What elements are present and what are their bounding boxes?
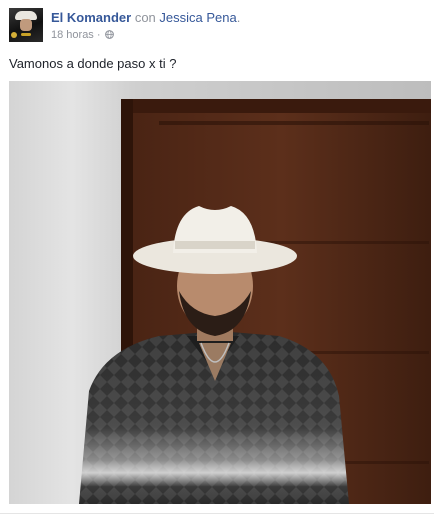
with-label: con — [134, 10, 156, 25]
post-timestamp-link[interactable]: 18 horas — [51, 29, 94, 41]
post-meta: 18 horas · — [51, 28, 114, 42]
post-divider — [0, 513, 434, 514]
author-avatar[interactable] — [9, 8, 43, 42]
meta-separator: · — [96, 29, 101, 41]
feed-post: El Komander con Jessica Pena. 18 horas ·… — [0, 0, 434, 518]
post-message: Vamonos a donde paso x ti ? — [9, 56, 177, 71]
tagged-suffix: . — [236, 10, 241, 25]
man-in-white-cowboy-hat-photo — [9, 81, 431, 504]
post-photo[interactable] — [9, 81, 431, 504]
author-name-link[interactable]: El Komander — [51, 10, 131, 25]
globe-icon[interactable] — [104, 30, 114, 39]
tagged-person-link[interactable]: Jessica Pena — [159, 10, 236, 25]
post-header: El Komander con Jessica Pena. — [51, 10, 240, 26]
